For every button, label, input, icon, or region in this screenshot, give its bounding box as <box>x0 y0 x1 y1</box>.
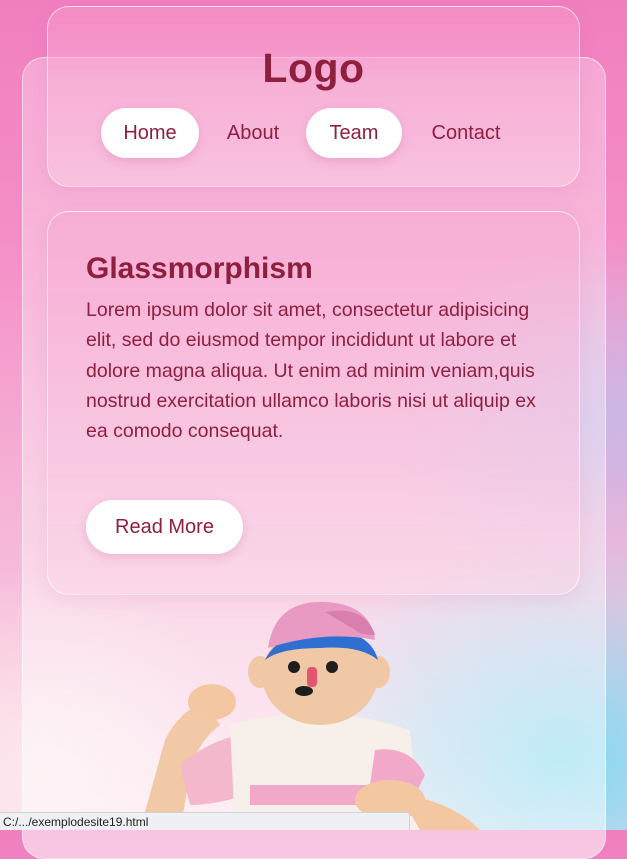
nav-team[interactable]: Team <box>306 108 402 158</box>
logo[interactable]: Logo <box>48 45 579 92</box>
nav-about[interactable]: About <box>213 108 293 158</box>
nav-contact[interactable]: Contact <box>416 108 516 158</box>
browser-status-bar: C:/.../exemplodesite19.html <box>0 812 410 830</box>
main-nav: Home About Team Contact <box>48 108 579 158</box>
character-fist <box>188 684 236 720</box>
read-more-button[interactable]: Read More <box>86 500 243 554</box>
content-card: Glassmorphism Lorem ipsum dolor sit amet… <box>47 211 580 595</box>
nav-home[interactable]: Home <box>101 108 199 158</box>
card-body-text: Lorem ipsum dolor sit amet, consectetur … <box>86 299 536 443</box>
card-title: Glassmorphism <box>86 252 313 285</box>
character-illustration <box>140 601 480 830</box>
site-header: Logo Home About Team Contact <box>47 6 580 187</box>
